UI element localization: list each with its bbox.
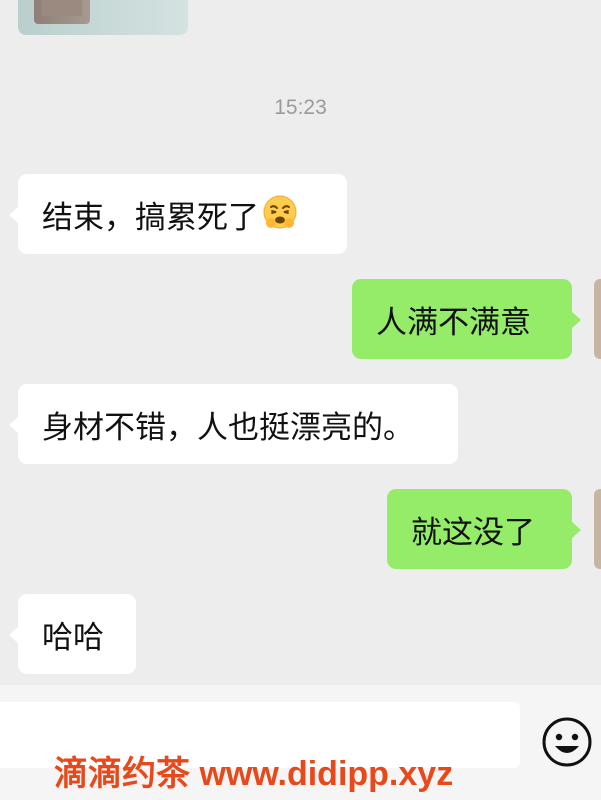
avatar[interactable] xyxy=(594,279,601,359)
message-bubble-incoming[interactable]: 身材不错，人也挺漂亮的。 xyxy=(9,384,458,464)
door-frame-graphic xyxy=(34,0,90,24)
image-message-thumbnail[interactable] xyxy=(18,0,188,35)
message-text: 人满不满意 xyxy=(376,304,531,341)
message-bubble-outgoing[interactable]: 就这没了 xyxy=(387,489,581,569)
weary-face-emoji-icon xyxy=(262,194,298,230)
watermark: 滴滴约茶 www.didipp.xyz xyxy=(54,755,454,793)
message-text: 就这没了 xyxy=(411,514,535,551)
smile-face-icon[interactable] xyxy=(541,716,593,768)
message-text: 结束，搞累死了 xyxy=(42,199,259,236)
message-bubble-incoming[interactable]: 结束，搞累死了 xyxy=(9,174,347,254)
message-bubble-incoming[interactable]: 哈哈 xyxy=(9,594,136,674)
door-graphic xyxy=(42,0,82,16)
avatar[interactable] xyxy=(594,489,601,569)
message-bubble-outgoing[interactable]: 人满不满意 xyxy=(352,279,581,359)
message-text: 身材不错，人也挺漂亮的。 xyxy=(42,409,414,446)
message-text: 哈哈 xyxy=(42,619,104,656)
message-timestamp: 15:23 xyxy=(274,96,327,119)
